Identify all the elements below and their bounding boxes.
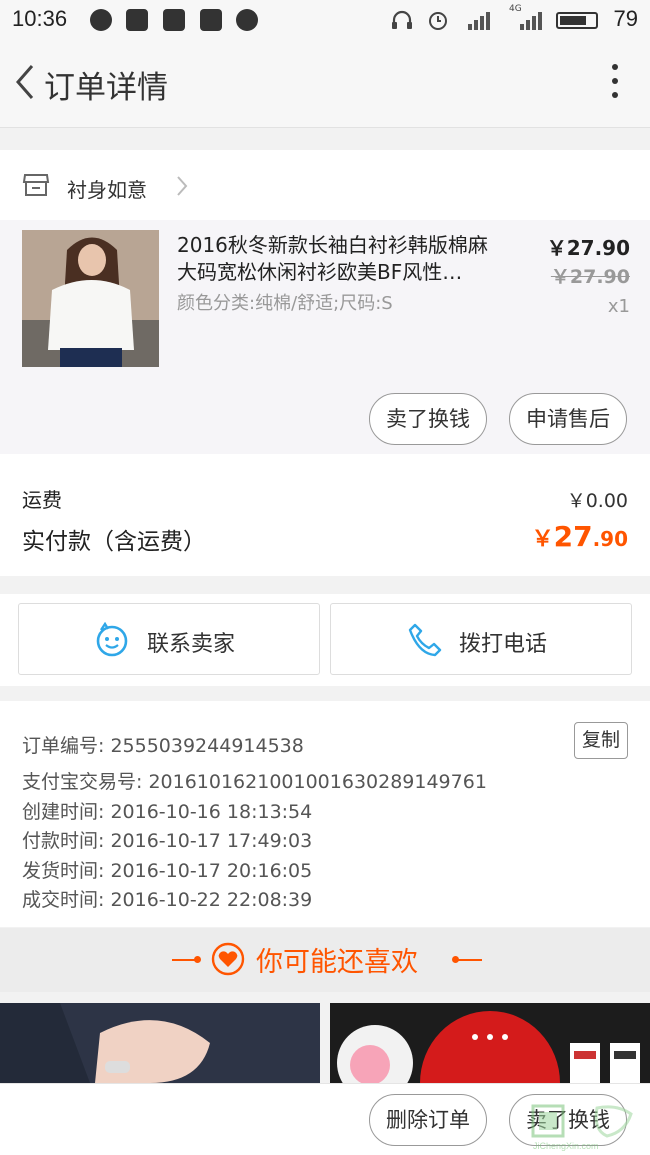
contact-seller-button[interactable]: 联系卖家 bbox=[18, 603, 320, 675]
currency-symbol: ￥ bbox=[531, 527, 554, 552]
call-phone-label: 拨打电话 bbox=[459, 632, 548, 657]
product-thumbnail[interactable] bbox=[22, 230, 159, 367]
sell-for-cash-button[interactable]: 卖了换钱 bbox=[369, 393, 487, 445]
chevron-right-icon bbox=[177, 176, 188, 196]
after-sale-button[interactable]: 申请售后 bbox=[509, 393, 627, 445]
order-totals: 运费 ￥0.00 实付款（含运费） ￥27.90 bbox=[0, 454, 650, 576]
paid-label: 实付款（含运费） bbox=[22, 529, 206, 555]
divider-right bbox=[454, 959, 482, 961]
order-number: 订单编号: 2555039244914538 bbox=[22, 735, 304, 757]
headset-icon bbox=[392, 10, 412, 29]
product-quantity: x1 bbox=[607, 296, 630, 317]
watermark-logo: JiChengXin.com bbox=[531, 1104, 633, 1151]
product-price: ￥27.90 bbox=[546, 236, 630, 260]
product-attributes: 颜色分类:纯棉/舒适;尺码:S bbox=[177, 293, 393, 314]
created-time: 创建时间: 2016-10-16 18:13:54 bbox=[22, 801, 313, 823]
shipped-time: 发货时间: 2016-10-17 20:16:05 bbox=[22, 860, 313, 882]
contact-seller-label: 联系卖家 bbox=[147, 632, 236, 657]
product-original-price: ￥27.90 bbox=[550, 266, 630, 288]
divider-dot-left bbox=[194, 956, 201, 963]
paid-amount: ￥27.90 bbox=[532, 520, 628, 553]
more-menu-icon[interactable] bbox=[610, 64, 620, 104]
delete-order-button[interactable]: 删除订单 bbox=[369, 1094, 487, 1146]
wechat-icon bbox=[90, 9, 112, 31]
store-row[interactable]: 衬身如意 bbox=[0, 150, 650, 220]
order-info: 订单编号: 2555039244914538 复制 支付宝交易号: 201610… bbox=[0, 701, 650, 927]
recommend-grid bbox=[0, 1003, 650, 1083]
chat-face-icon bbox=[96, 622, 128, 657]
alarm-icon bbox=[429, 12, 447, 30]
status-bar: 10:36 4G 79 bbox=[0, 0, 650, 40]
status-time: 10:36 bbox=[12, 6, 68, 31]
paid-decimal: .90 bbox=[592, 527, 628, 551]
battery-level: 79 bbox=[613, 6, 638, 31]
message-icon bbox=[126, 9, 148, 31]
call-phone-button[interactable]: 拨打电话 bbox=[330, 603, 632, 675]
product-title[interactable]: 2016秋冬新款长袖白衬衫韩版棉麻大码宽松休闲衬衫欧美BF风性… bbox=[177, 232, 507, 286]
completed-time: 成交时间: 2016-10-22 22:08:39 bbox=[22, 889, 313, 911]
store-name: 衬身如意 bbox=[67, 178, 147, 202]
recommend-item[interactable] bbox=[0, 1003, 320, 1083]
app-header: 订单详情 bbox=[0, 40, 650, 128]
news-icon bbox=[200, 9, 222, 31]
shipping-value: ￥0.00 bbox=[566, 490, 628, 512]
mail-icon bbox=[163, 9, 185, 31]
alipay-number: 支付宝交易号: 2016101621001001630289149761 bbox=[22, 771, 487, 793]
paid-integer: 27 bbox=[553, 520, 593, 553]
watermark-text: JiChengXin.com bbox=[533, 1141, 599, 1151]
signal-icon-2 bbox=[520, 10, 546, 30]
battery-icon bbox=[556, 12, 598, 29]
phone-icon bbox=[408, 623, 442, 657]
paid-time: 付款时间: 2016-10-17 17:49:03 bbox=[22, 830, 313, 852]
browser-icon bbox=[236, 9, 258, 31]
contact-section: 联系卖家 拨打电话 bbox=[0, 594, 650, 686]
copy-button[interactable]: 复制 bbox=[574, 722, 628, 759]
page-title: 订单详情 bbox=[44, 70, 168, 106]
shipping-label: 运费 bbox=[22, 488, 62, 512]
recommend-item[interactable] bbox=[330, 1003, 650, 1083]
signal-icon bbox=[468, 10, 494, 30]
recommend-title: 你可能还喜欢 bbox=[256, 947, 418, 978]
recommend-header: 你可能还喜欢 bbox=[0, 928, 650, 992]
heart-icon bbox=[211, 942, 245, 976]
shop-icon bbox=[22, 174, 50, 196]
back-arrow-icon[interactable] bbox=[8, 58, 44, 106]
